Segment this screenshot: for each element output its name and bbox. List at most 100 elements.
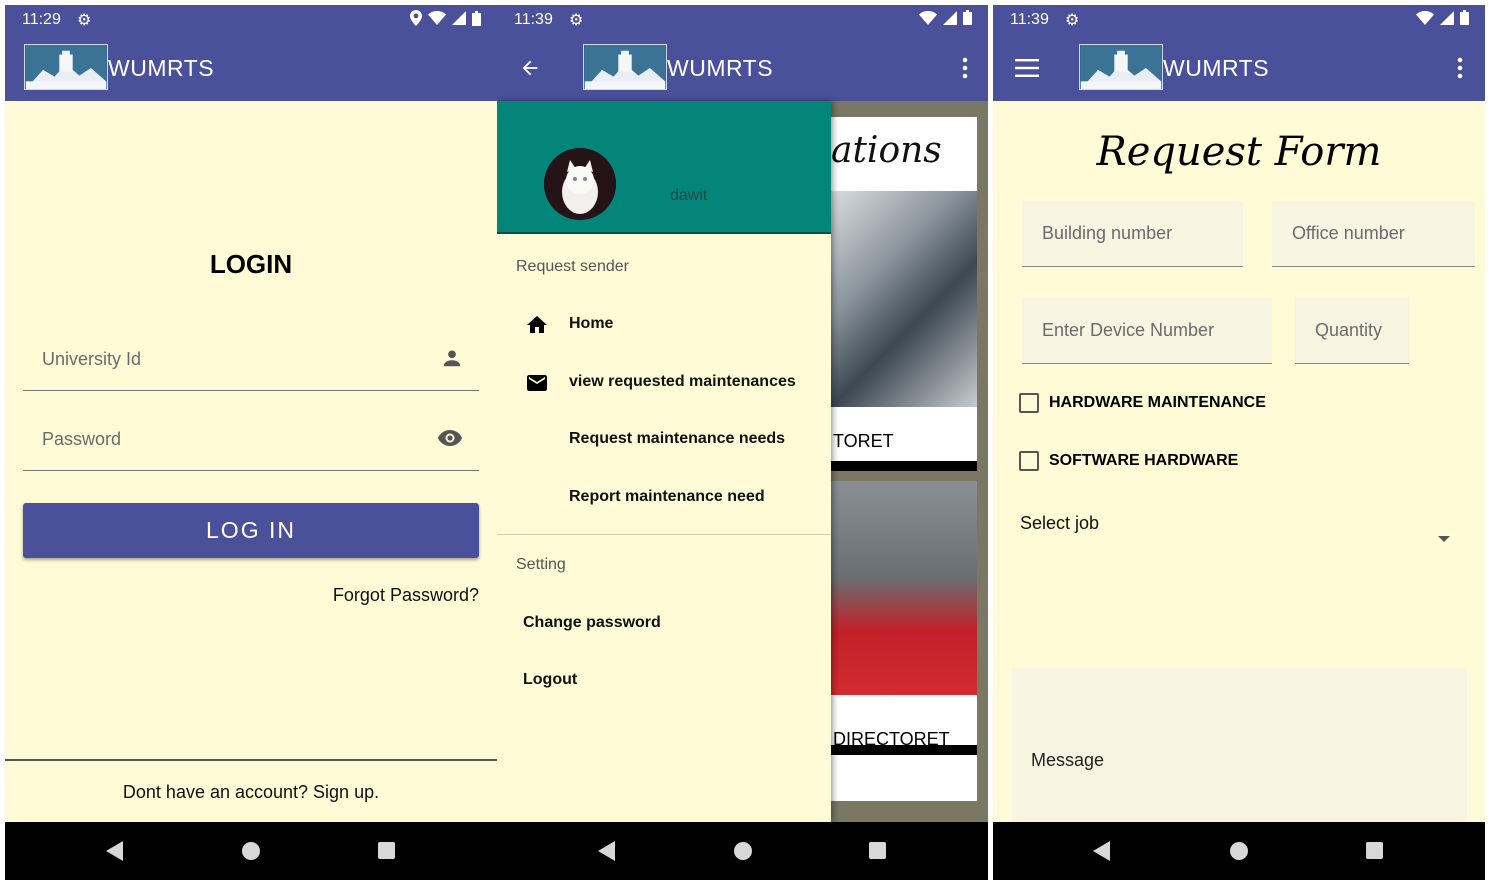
system-nav-bar bbox=[497, 822, 988, 880]
menu-item-label: Report maintenance need bbox=[569, 488, 765, 505]
select-job-label: Select job bbox=[1020, 513, 1100, 533]
mail-icon bbox=[527, 375, 547, 391]
app-toolbar: WUMRTS bbox=[993, 35, 1485, 101]
avatar[interactable] bbox=[544, 148, 616, 220]
login-screen: 11:29 ⚙ WUMRTS LOGIN University Id Passw… bbox=[5, 5, 497, 880]
wifi-icon bbox=[919, 10, 937, 25]
card-bar bbox=[817, 461, 977, 471]
status-time: 11:29 bbox=[22, 11, 61, 28]
nav-back-icon[interactable] bbox=[106, 841, 123, 861]
device-number-placeholder: Enter Device Number bbox=[1042, 320, 1215, 340]
status-icons bbox=[410, 10, 481, 26]
app-title: WUMRTS bbox=[108, 55, 215, 81]
message-placeholder: Message bbox=[1031, 750, 1105, 770]
status-icons bbox=[919, 10, 972, 25]
forgot-password-link[interactable]: Forgot Password? bbox=[333, 585, 479, 606]
signup-link[interactable]: Dont have an account? Sign up. bbox=[5, 782, 497, 803]
page-heading-partial: ations bbox=[831, 130, 942, 171]
nav-recents-icon[interactable] bbox=[378, 842, 395, 859]
drawer-username: dawit bbox=[670, 187, 708, 204]
visibility-eye-icon[interactable] bbox=[437, 427, 463, 449]
menu-item-request-maintenance[interactable]: Request maintenance needs bbox=[497, 420, 831, 460]
quantity-placeholder: Quantity bbox=[1315, 320, 1383, 340]
university-logo bbox=[583, 44, 667, 90]
devices-image bbox=[831, 191, 977, 407]
checkbox-box[interactable] bbox=[1019, 393, 1039, 413]
location-icon bbox=[410, 10, 422, 26]
nav-home-icon[interactable] bbox=[242, 842, 260, 860]
nav-back-icon[interactable] bbox=[598, 841, 615, 861]
menu-item-logout[interactable]: Logout bbox=[497, 661, 831, 701]
nav-back-icon[interactable] bbox=[1093, 841, 1110, 861]
battery-icon bbox=[963, 10, 972, 25]
university-logo bbox=[1079, 44, 1163, 90]
person-icon bbox=[443, 350, 461, 367]
menu-item-report-maintenance[interactable]: Report maintenance need bbox=[497, 478, 831, 518]
menu-item-change-password[interactable]: Change password bbox=[497, 604, 831, 644]
status-bar: 11:39 ⚙ bbox=[993, 5, 1485, 35]
hamburger-menu-icon[interactable] bbox=[1015, 58, 1039, 78]
password-field[interactable]: Password bbox=[23, 411, 479, 471]
system-nav-bar bbox=[993, 822, 1485, 880]
back-arrow-icon[interactable] bbox=[518, 57, 542, 79]
nav-home-icon[interactable] bbox=[734, 842, 752, 860]
signal-icon bbox=[1440, 10, 1454, 25]
app-title: WUMRTS bbox=[1163, 55, 1270, 81]
status-bar: 11:39 ⚙ bbox=[497, 5, 988, 35]
section-title-setting: Setting bbox=[516, 556, 566, 573]
status-bar: 11:29 ⚙ bbox=[5, 5, 497, 35]
overflow-menu-icon[interactable] bbox=[1457, 57, 1463, 79]
dropdown-caret-icon bbox=[1438, 536, 1450, 542]
office-number-placeholder: Office number bbox=[1292, 223, 1405, 243]
hardware-maintenance-checkbox[interactable]: HARDWARE MAINTENANCE bbox=[1019, 389, 1369, 419]
overflow-menu-icon[interactable] bbox=[962, 57, 968, 79]
select-job-dropdown[interactable]: Select job bbox=[1020, 510, 1450, 560]
building-number-placeholder: Building number bbox=[1042, 223, 1173, 243]
building-number-input[interactable]: Building number bbox=[1022, 201, 1243, 267]
menu-item-label: Change password bbox=[523, 614, 661, 631]
form-heading: Request Form bbox=[1096, 129, 1382, 175]
app-title: WUMRTS bbox=[667, 55, 774, 81]
nav-home-icon[interactable] bbox=[1230, 842, 1248, 860]
checkbox-label: HARDWARE MAINTENANCE bbox=[1049, 394, 1266, 411]
university-id-field[interactable]: University Id bbox=[23, 331, 479, 391]
settings-gear-icon: ⚙ bbox=[569, 12, 584, 29]
battery-icon bbox=[472, 10, 481, 26]
device-number-input[interactable]: Enter Device Number bbox=[1022, 298, 1272, 364]
checkbox-box[interactable] bbox=[1019, 451, 1039, 471]
app-toolbar: WUMRTS bbox=[497, 35, 988, 101]
signal-icon bbox=[943, 10, 957, 25]
quantity-input[interactable]: Quantity bbox=[1295, 298, 1409, 364]
university-logo bbox=[24, 44, 108, 90]
card-label: DIRECTORET bbox=[833, 729, 950, 749]
settings-gear-icon: ⚙ bbox=[1065, 12, 1080, 29]
wifi-icon bbox=[1416, 10, 1434, 25]
university-id-placeholder: University Id bbox=[42, 349, 142, 369]
signal-icon bbox=[452, 11, 466, 25]
login-button[interactable]: LOG IN bbox=[23, 503, 479, 558]
menu-item-label: Request maintenance needs bbox=[569, 430, 786, 447]
drawer-screen: 11:39 ⚙ WUMRTS ations TORET DIRECTORET d… bbox=[497, 5, 988, 880]
system-nav-bar bbox=[5, 822, 497, 880]
office-number-input[interactable]: Office number bbox=[1272, 201, 1475, 267]
category-card[interactable] bbox=[817, 481, 977, 801]
status-icons bbox=[1416, 10, 1469, 25]
tools-image bbox=[831, 481, 977, 695]
nav-recents-icon[interactable] bbox=[869, 842, 886, 859]
settings-gear-icon: ⚙ bbox=[77, 12, 92, 29]
battery-icon bbox=[1460, 10, 1469, 25]
checkbox-label: SOFTWARE HARDWARE bbox=[1049, 452, 1239, 469]
menu-item-home[interactable]: Home bbox=[497, 305, 831, 345]
request-form-screen: 11:39 ⚙ WUMRTS Request Form Building num… bbox=[993, 5, 1485, 880]
menu-item-label: view requested maintenances bbox=[569, 373, 796, 390]
drawer-header: dawit bbox=[497, 101, 831, 234]
password-placeholder: Password bbox=[42, 429, 122, 449]
menu-item-label: Home bbox=[569, 315, 614, 332]
message-input[interactable]: Message bbox=[1012, 668, 1467, 828]
navigation-drawer: dawit Request sender Home view requested… bbox=[497, 101, 831, 822]
nav-recents-icon[interactable] bbox=[1366, 842, 1383, 859]
software-hardware-checkbox[interactable]: SOFTWARE HARDWARE bbox=[1019, 447, 1369, 477]
menu-item-view-requests[interactable]: view requested maintenances bbox=[497, 363, 831, 403]
app-toolbar: WUMRTS bbox=[5, 35, 497, 101]
menu-item-label: Logout bbox=[523, 671, 578, 688]
